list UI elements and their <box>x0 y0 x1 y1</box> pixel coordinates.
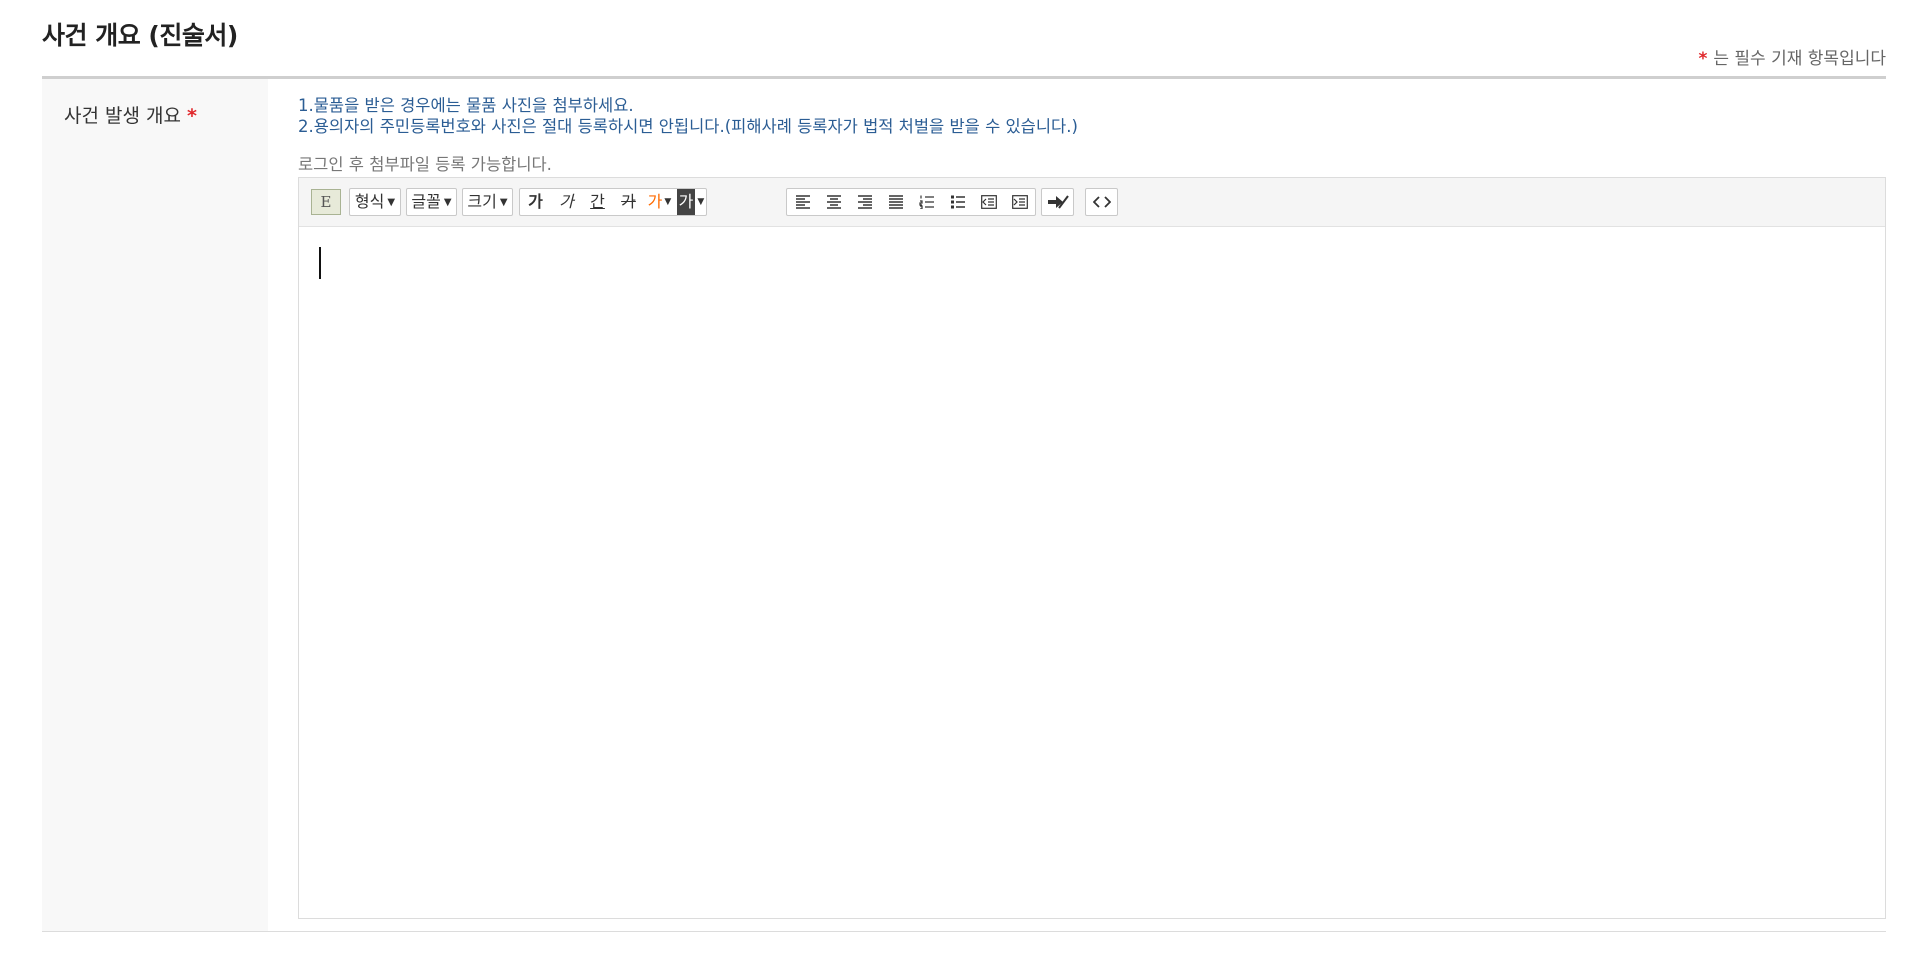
bold-button[interactable]: 가 <box>520 189 551 215</box>
required-star: * <box>1698 49 1708 69</box>
editor-toolbar: E 형식 ▼ 글꼴 ▼ 크기 ▼ 가 가 간 가 가 ▼ 가 ▼ <box>299 178 1885 227</box>
outdent-icon[interactable] <box>973 189 1004 215</box>
field-required-star: * <box>186 105 197 127</box>
unordered-list-icon[interactable] <box>942 189 973 215</box>
required-note-text: 는 필수 기재 항목입니다 <box>1713 49 1886 69</box>
font-color-button[interactable]: 가 ▼ <box>644 189 675 215</box>
field-label: 사건 발생 개요 * <box>64 101 197 128</box>
guide-text: 1.물품을 받은 경우에는 물품 사진을 첨부하세요. 2.용의자의 주민등록번… <box>298 95 1078 137</box>
field-content-cell: 1.물품을 받은 경우에는 물품 사진을 첨부하세요. 2.용의자의 주민등록번… <box>298 79 1886 931</box>
background-color-button[interactable]: 가 ▼ <box>675 189 706 215</box>
login-note: 로그인 후 첨부파일 등록 가능합니다. <box>298 155 552 174</box>
paragraph-group <box>786 188 1036 216</box>
font-dropdown-label: 글꼴 <box>411 192 441 211</box>
text-caret <box>319 247 321 279</box>
align-center-icon[interactable] <box>818 189 849 215</box>
chevron-down-icon: ▼ <box>443 197 452 208</box>
italic-button[interactable]: 가 <box>551 189 582 215</box>
guide-line-1: 1.물품을 받은 경우에는 물품 사진을 첨부하세요. <box>298 96 634 115</box>
chevron-down-icon: ▼ <box>664 197 672 207</box>
indent-icon[interactable] <box>1004 189 1035 215</box>
align-right-icon[interactable] <box>849 189 880 215</box>
chevron-down-icon: ▼ <box>697 197 705 207</box>
rich-text-editor: E 형식 ▼ 글꼴 ▼ 크기 ▼ 가 가 간 가 가 ▼ 가 ▼ <box>298 177 1886 919</box>
format-dropdown-label: 형식 <box>354 192 385 211</box>
ordered-list-icon[interactable] <box>911 189 942 215</box>
editor-content-area[interactable] <box>299 227 1885 918</box>
guide-line-2: 2.용의자의 주민등록번호와 사진은 절대 등록하시면 안됩니다.(피해사례 등… <box>298 117 1078 136</box>
font-color-icon: 가 <box>647 192 663 211</box>
clear-format-group <box>1041 188 1074 216</box>
form-table: 사건 발생 개요 * 1.물품을 받은 경우에는 물품 사진을 첨부하세요. 2.… <box>42 76 1886 932</box>
strikethrough-button[interactable]: 가 <box>613 189 644 215</box>
underline-button[interactable]: 간 <box>582 189 613 215</box>
required-note: * 는 필수 기재 항목입니다 <box>1698 44 1886 69</box>
align-left-icon[interactable] <box>787 189 818 215</box>
font-dropdown[interactable]: 글꼴 ▼ <box>406 188 457 216</box>
page: 사건 개요 (진술서) * 는 필수 기재 항목입니다 사건 발생 개요 * 1.물… <box>0 0 1928 959</box>
background-color-icon: 가 <box>676 189 696 215</box>
clear-format-icon[interactable] <box>1042 189 1073 215</box>
source-code-group <box>1085 188 1118 216</box>
format-dropdown[interactable]: 형식 ▼ <box>349 188 401 216</box>
size-dropdown[interactable]: 크기 ▼ <box>462 188 513 216</box>
section-title: 사건 개요 (진술서) <box>42 21 238 50</box>
editor-mode-button[interactable]: E <box>311 189 341 215</box>
chevron-down-icon: ▼ <box>387 197 396 208</box>
chevron-down-icon: ▼ <box>499 197 508 208</box>
size-dropdown-label: 크기 <box>467 192 497 211</box>
field-label-cell: 사건 발생 개요 * <box>42 79 268 931</box>
text-style-group: 가 가 간 가 가 ▼ 가 ▼ <box>519 188 707 216</box>
align-justify-icon[interactable] <box>880 189 911 215</box>
source-code-icon[interactable] <box>1086 189 1117 215</box>
field-label-text: 사건 발생 개요 <box>64 105 181 127</box>
